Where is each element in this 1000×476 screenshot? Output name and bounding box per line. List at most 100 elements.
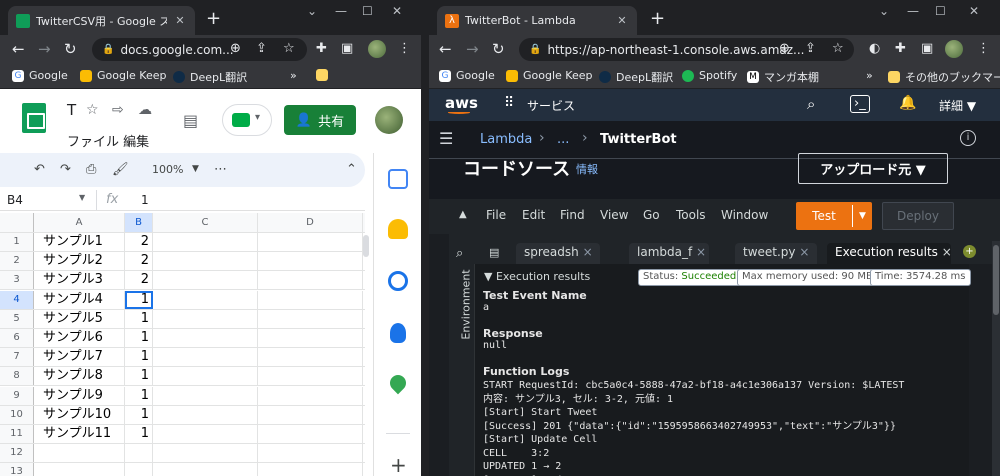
meet-button[interactable]: ▾ (222, 104, 272, 136)
cell-b[interactable]: 1 (125, 367, 153, 386)
cell-a[interactable]: サンプル8 (34, 367, 125, 386)
doc-title[interactable]: T (67, 101, 76, 119)
share-page-icon[interactable]: ⇪ (805, 41, 816, 56)
column-header-b[interactable]: B (125, 213, 153, 232)
ide-menu-item[interactable]: Edit (522, 208, 545, 222)
contacts-icon[interactable] (390, 323, 406, 343)
cloud-status-icon[interactable]: ☁ (138, 102, 152, 118)
profile-avatar[interactable] (368, 40, 386, 58)
cell-d[interactable] (258, 367, 363, 386)
chevron-down-icon[interactable]: ▼ (79, 193, 85, 202)
cell-a[interactable] (34, 444, 125, 463)
share-page-icon[interactable]: ⇪ (256, 41, 267, 56)
collapse-up-icon[interactable]: ▲ (459, 209, 467, 220)
cell-c[interactable] (153, 463, 258, 476)
more-icon[interactable]: ⋯ (214, 162, 227, 177)
cloudshell-icon[interactable]: ›_ (850, 95, 870, 113)
search-icon[interactable]: ⌕ (456, 246, 463, 261)
cell-d[interactable] (258, 309, 363, 328)
cell-d[interactable] (258, 386, 363, 405)
bookmark-deepl[interactable]: DeepL翻訳 (173, 69, 247, 85)
redo-icon[interactable]: ↷ (60, 162, 71, 177)
info-icon[interactable]: i (960, 130, 976, 146)
cell-c[interactable] (153, 252, 258, 271)
back-icon[interactable]: ← (439, 40, 452, 58)
forward-icon[interactable]: → (466, 40, 479, 58)
side-panel-icon[interactable]: ▣ (341, 41, 353, 56)
cell-c[interactable] (153, 425, 258, 443)
row-header[interactable]: 12 (0, 444, 34, 463)
row-header[interactable]: 3 (0, 271, 34, 290)
bookmark-google[interactable]: G Google (12, 69, 68, 82)
new-tab-icon[interactable]: + (650, 8, 665, 29)
cell-b[interactable]: 1 (125, 329, 153, 347)
cell-d[interactable] (258, 329, 363, 347)
cell-d[interactable] (258, 233, 363, 251)
search-icon[interactable]: ⌕ (807, 95, 815, 113)
chevron-down-icon[interactable]: ▼ (852, 205, 872, 227)
cell-a[interactable]: サンプル10 (34, 405, 125, 424)
column-header-d[interactable]: D (258, 213, 363, 232)
minimize-icon[interactable]: — (335, 4, 347, 18)
cell-d[interactable] (258, 271, 363, 290)
bookmark-google-keep[interactable]: Google Keep (506, 69, 592, 82)
row-header[interactable]: 7 (0, 348, 34, 367)
bell-icon[interactable]: 🔔 (899, 95, 916, 111)
cell-c[interactable] (153, 271, 258, 290)
cell-a[interactable]: サンプル1 (34, 233, 125, 251)
row-header[interactable]: 8 (0, 367, 34, 386)
cell-c[interactable] (153, 444, 258, 463)
maximize-icon[interactable]: ☐ (935, 4, 946, 18)
grid-scrollbar[interactable] (363, 235, 369, 257)
detail-menu[interactable]: 詳細 ▼ (939, 97, 976, 114)
undo-icon[interactable]: ↶ (34, 162, 45, 177)
breadcrumb-lambda[interactable]: Lambda (480, 132, 532, 147)
ide-menu-item[interactable]: Find (560, 208, 585, 222)
bookmark-spotify[interactable]: Spotify (682, 69, 737, 82)
test-button[interactable]: Test ▼ (796, 202, 872, 230)
services-grid-icon[interactable]: ⠿ (504, 95, 514, 111)
menu-kebab-icon[interactable]: ⋮ (977, 41, 990, 56)
cell-b[interactable]: 1 (125, 405, 153, 424)
cell-c[interactable] (153, 309, 258, 328)
collapse-icon[interactable]: ⌃ (346, 162, 357, 177)
other-bookmarks[interactable]: その他のブックマーク (888, 69, 1000, 85)
close-window-icon[interactable]: ✕ (392, 4, 402, 18)
minimize-icon[interactable]: — (907, 4, 919, 18)
services-menu[interactable]: サービス (527, 97, 575, 114)
cell-a[interactable]: サンプル4 (34, 290, 125, 309)
comments-icon[interactable]: ▤ (183, 111, 198, 130)
cell-d[interactable] (258, 252, 363, 271)
tab-tweet-py[interactable]: tweet.py × (735, 243, 817, 264)
cell-a[interactable]: サンプル2 (34, 252, 125, 271)
cell-c[interactable] (153, 329, 258, 347)
forward-icon[interactable]: → (38, 40, 51, 58)
hamburger-menu-icon[interactable]: ☰ (439, 129, 453, 148)
ide-menu-item[interactable]: View (600, 208, 628, 222)
extension-icon[interactable]: ◐ (869, 41, 880, 56)
close-icon[interactable]: × (696, 245, 706, 259)
keep-icon[interactable] (388, 219, 408, 239)
cell-b[interactable]: 2 (125, 233, 153, 251)
environment-label[interactable]: Environment (460, 269, 473, 339)
column-header-a[interactable]: A (34, 213, 125, 232)
cell-b[interactable] (125, 444, 153, 463)
bookmark-manga[interactable]: M マンガ本棚 (747, 69, 819, 85)
star-icon[interactable]: ☆ (86, 102, 99, 118)
cell-d[interactable] (258, 290, 363, 309)
bookmarks-overflow[interactable]: » (290, 69, 297, 82)
back-icon[interactable]: ← (12, 40, 25, 58)
upload-from-button[interactable]: アップロード元 ▼ (798, 153, 948, 184)
cell-d[interactable] (258, 444, 363, 463)
row-header[interactable]: 4 (0, 290, 34, 309)
zoom-icon[interactable]: ⊕ (230, 41, 241, 56)
cell-d[interactable] (258, 405, 363, 424)
maps-icon[interactable] (386, 371, 410, 395)
close-tab-icon[interactable]: ✕ (615, 14, 629, 27)
browser-tab-sheets[interactable]: TwitterCSV用 - Google スプレッ ✕ (8, 6, 195, 35)
move-folder-icon[interactable]: ⇨ (112, 102, 124, 118)
side-panel-icon[interactable]: ▣ (921, 41, 933, 56)
cell-c[interactable] (153, 348, 258, 367)
row-header[interactable]: 11 (0, 425, 34, 443)
print-icon[interactable]: ⎙ (86, 162, 96, 177)
